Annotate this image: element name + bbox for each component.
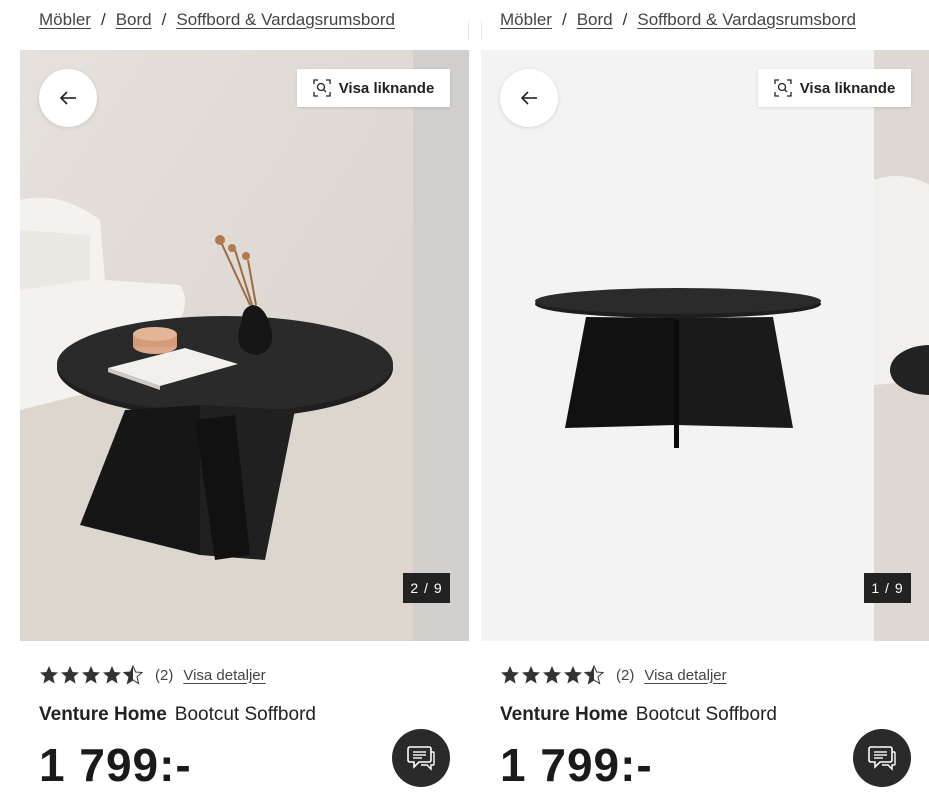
- rating-row: (2) Visa detaljer: [39, 665, 266, 685]
- rating-row: (2) Visa detaljer: [500, 665, 727, 685]
- star-rating: [39, 665, 145, 685]
- visa-liknande-label: Visa liknande: [799, 79, 896, 97]
- star-rating: [500, 665, 606, 685]
- breadcrumb-link-soffbord[interactable]: Soffbord & Vardagsrumsbord: [637, 10, 856, 29]
- chat-button[interactable]: [392, 729, 450, 787]
- product-image-packshot: [481, 50, 929, 641]
- breadcrumb-link-mobler[interactable]: Möbler: [500, 10, 552, 29]
- breadcrumb: Möbler / Bord / Soffbord & Vardagsrumsbord: [39, 10, 459, 30]
- chat-icon: [868, 746, 896, 771]
- image-counter: 1 / 9: [864, 573, 911, 603]
- product-title[interactable]: Venture Home Bootcut Soffbord: [500, 704, 777, 726]
- product-brand: Venture Home: [39, 704, 167, 725]
- breadcrumb: Möbler / Bord / Soffbord & Vardagsrumsbord: [500, 10, 920, 30]
- arrow-left-icon: [59, 91, 76, 105]
- rating-count: (2): [616, 666, 635, 684]
- product-brand: Venture Home: [500, 704, 628, 725]
- rating-count: (2): [155, 666, 174, 684]
- image-counter: 2 / 9: [403, 573, 450, 603]
- visual-search-icon: [774, 79, 792, 97]
- product-price: 1 799:-: [500, 739, 653, 791]
- product-image-lifestyle: [20, 50, 469, 641]
- breadcrumb-separator: /: [622, 10, 628, 29]
- product-name: Bootcut Soffbord: [174, 704, 316, 725]
- chat-button[interactable]: [853, 729, 911, 787]
- visa-detaljer-link[interactable]: Visa detaljer: [183, 667, 265, 684]
- breadcrumb-link-soffbord[interactable]: Soffbord & Vardagsrumsbord: [176, 10, 395, 29]
- back-button[interactable]: [39, 69, 97, 127]
- visa-liknande-button[interactable]: Visa liknande: [297, 69, 450, 107]
- product-image-gallery[interactable]: [481, 50, 929, 641]
- star-icon: [501, 665, 605, 685]
- product-image-gallery[interactable]: [20, 50, 469, 641]
- breadcrumb-link-bord[interactable]: Bord: [116, 10, 152, 29]
- visa-liknande-button[interactable]: Visa liknande: [758, 69, 911, 107]
- back-button[interactable]: [500, 69, 558, 127]
- product-title[interactable]: Venture Home Bootcut Soffbord: [39, 704, 316, 726]
- visa-liknande-label: Visa liknande: [338, 79, 435, 97]
- chat-icon: [407, 746, 435, 771]
- breadcrumb-link-bord[interactable]: Bord: [577, 10, 613, 29]
- breadcrumb-separator: /: [161, 10, 167, 29]
- visa-detaljer-link[interactable]: Visa detaljer: [644, 667, 726, 684]
- product-card-1: Möbler / Bord / Soffbord & Vardagsrumsbord: [20, 0, 469, 808]
- visual-search-icon: [313, 79, 331, 97]
- product-name: Bootcut Soffbord: [635, 704, 777, 725]
- arrow-left-icon: [520, 91, 537, 105]
- breadcrumb-separator: /: [100, 10, 106, 29]
- product-card-2: Möbler / Bord / Soffbord & Vardagsrumsbord: [481, 0, 929, 808]
- breadcrumb-link-mobler[interactable]: Möbler: [39, 10, 91, 29]
- product-price: 1 799:-: [39, 739, 192, 791]
- breadcrumb-separator: /: [561, 10, 567, 29]
- star-icon: [40, 665, 144, 685]
